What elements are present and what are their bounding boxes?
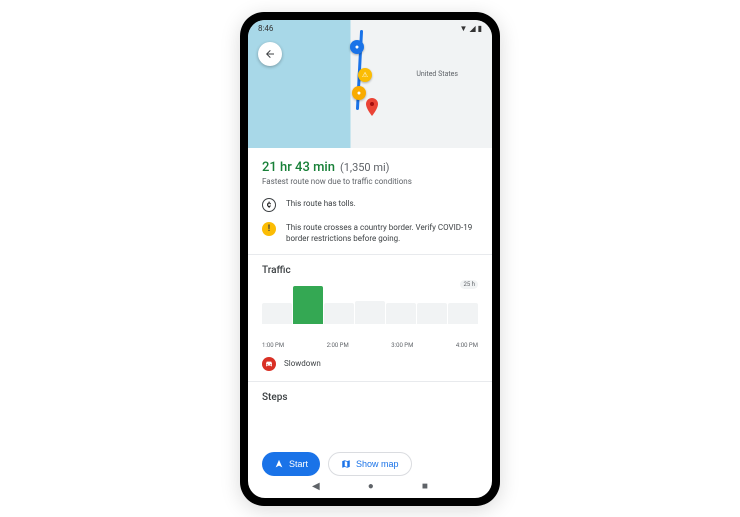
screen: 8:46 ▼ ◢ ▮ ● ⚠ ● United States 21 hr 43 … — [248, 20, 492, 498]
traffic-bars — [262, 286, 478, 324]
traffic-bar — [262, 303, 292, 324]
route-duration: 21 hr 43 min — [262, 160, 335, 175]
map-icon — [341, 459, 351, 469]
signal-icon: ◢ — [469, 24, 475, 33]
map-preview[interactable]: ● ⚠ ● United States — [248, 20, 492, 148]
traffic-bar — [324, 303, 354, 324]
chart-badge: 25 h — [460, 280, 478, 289]
map-marker-alert: ⚠ — [358, 68, 372, 82]
alert-border-text: This route crosses a country border. Ver… — [286, 222, 478, 244]
traffic-bar-active — [293, 286, 323, 324]
alert-tolls-text: This route has tolls. — [286, 198, 356, 209]
status-time: 8:46 — [258, 24, 273, 33]
map-country-label: United States — [416, 70, 458, 78]
route-distance: (1,350 mi) — [340, 161, 390, 174]
slowdown-row: Slowdown — [262, 357, 478, 371]
traffic-bar — [355, 301, 385, 324]
time-label: 4:00 PM — [456, 342, 478, 349]
tolls-icon: ¢ — [262, 198, 276, 212]
traffic-chart[interactable]: 25 h — [262, 286, 478, 336]
steps-title: Steps — [262, 392, 478, 403]
action-bar: Start Show map — [248, 442, 492, 476]
time-axis: 1:00 PM 2:00 PM 3:00 PM 4:00 PM — [262, 342, 478, 349]
nav-back-icon[interactable]: ◀ — [312, 481, 320, 492]
traffic-bar — [448, 303, 478, 324]
status-icons: ▼ ◢ ▮ — [460, 24, 482, 33]
time-label: 3:00 PM — [391, 342, 413, 349]
back-button[interactable] — [258, 42, 282, 66]
show-map-label: Show map — [356, 459, 399, 469]
map-marker-start: ● — [350, 40, 364, 54]
slowdown-icon — [262, 357, 276, 371]
traffic-bar — [417, 303, 447, 324]
time-label: 2:00 PM — [327, 342, 349, 349]
arrow-left-icon — [264, 48, 276, 60]
time-label: 1:00 PM — [262, 342, 284, 349]
android-nav-bar: ◀ ● ■ — [248, 476, 492, 498]
warning-icon: ! — [262, 222, 276, 236]
nav-recent-icon[interactable]: ■ — [422, 481, 428, 492]
phone-frame: 8:46 ▼ ◢ ▮ ● ⚠ ● United States 21 hr 43 … — [240, 12, 500, 506]
duration-row: 21 hr 43 min (1,350 mi) — [262, 160, 478, 175]
divider — [248, 254, 492, 255]
battery-icon: ▮ — [478, 24, 482, 33]
status-bar: 8:46 ▼ ◢ ▮ — [248, 20, 492, 38]
traffic-bar — [386, 303, 416, 324]
start-button[interactable]: Start — [262, 452, 320, 476]
alert-border: ! This route crosses a country border. V… — [262, 222, 478, 244]
alert-tolls: ¢ This route has tolls. — [262, 198, 478, 212]
route-subtitle: Fastest route now due to traffic conditi… — [262, 177, 478, 186]
navigate-icon — [274, 459, 284, 469]
divider — [248, 381, 492, 382]
nav-home-icon[interactable]: ● — [368, 481, 374, 492]
wifi-icon: ▼ — [460, 24, 468, 33]
show-map-button[interactable]: Show map — [328, 452, 412, 476]
destination-pin-icon — [364, 98, 380, 122]
traffic-title: Traffic — [262, 265, 478, 276]
slowdown-label: Slowdown — [284, 359, 321, 368]
start-label: Start — [289, 459, 308, 469]
